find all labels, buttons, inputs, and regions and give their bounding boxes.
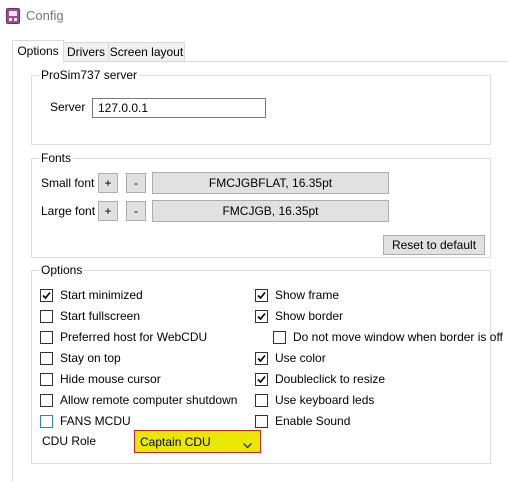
show-border-checkbox[interactable]: Show border: [255, 308, 343, 324]
start-fullscreen-label: Start fullscreen: [60, 309, 141, 323]
use-color-label: Use color: [275, 351, 326, 365]
use-keyboard-leds-label: Use keyboard leds: [275, 393, 375, 407]
cdu-role-value: Captain CDU: [140, 435, 211, 449]
doubleclick-to-resize-checkbox[interactable]: Doubleclick to resize: [255, 371, 385, 387]
check-icon: [257, 291, 266, 299]
check-icon: [257, 312, 266, 320]
checkbox-box: [273, 330, 286, 344]
use-color-checkbox[interactable]: Use color: [255, 350, 326, 366]
large-font-increase-button[interactable]: +: [98, 201, 118, 221]
checkbox-box: [255, 351, 268, 365]
check-icon: [257, 354, 266, 362]
allow-remote-shutdown-label: Allow remote computer shutdown: [60, 393, 238, 407]
enable-sound-label: Enable Sound: [275, 414, 351, 428]
fonts-group-title: Fonts: [39, 151, 74, 165]
show-frame-label: Show frame: [275, 288, 340, 302]
tab-options[interactable]: Options: [12, 40, 64, 63]
checkbox-box: [255, 309, 268, 323]
large-font-select-button[interactable]: FMCJGB, 16.35pt: [152, 200, 389, 222]
check-icon: [257, 375, 266, 383]
fans-mcdu-label: FANS MCDU: [60, 414, 131, 428]
enable-sound-checkbox[interactable]: Enable Sound: [255, 413, 350, 429]
start-minimized-label: Start minimized: [60, 288, 143, 302]
options-group-title: Options: [39, 263, 85, 277]
server-input[interactable]: 127.0.0.1: [92, 98, 266, 118]
checkbox-box: [255, 414, 268, 428]
preferred-host-webcdu-label: Preferred host for WebCDU: [60, 330, 208, 344]
cdu-role-dropdown[interactable]: Captain CDU: [134, 430, 261, 453]
do-not-move-window-label: Do not move window when border is off: [293, 330, 503, 344]
start-fullscreen-checkbox[interactable]: Start fullscreen: [40, 308, 140, 324]
window-title: Config: [26, 8, 64, 23]
use-keyboard-leds-checkbox[interactable]: Use keyboard leds: [255, 392, 374, 408]
show-border-label: Show border: [275, 309, 344, 323]
hide-mouse-cursor-label: Hide mouse cursor: [60, 372, 161, 386]
server-group: ProSim737 server Server 127.0.0.1: [31, 68, 491, 145]
show-frame-checkbox[interactable]: Show frame: [255, 287, 339, 303]
doubleclick-to-resize-label: Doubleclick to resize: [275, 372, 386, 386]
fonts-group: Fonts Small font + - FMCJGBFLAT, 16.35pt…: [31, 151, 491, 258]
do-not-move-window-checkbox[interactable]: Do not move window when border is off: [273, 329, 503, 345]
checkbox-box: [40, 393, 53, 407]
title-bar: Config: [0, 0, 508, 32]
config-app-icon: [6, 8, 20, 24]
stay-on-top-label: Stay on top: [60, 351, 121, 365]
checkbox-box: [40, 309, 53, 323]
large-font-label: Large font: [41, 204, 96, 218]
checkbox-box: [255, 393, 268, 407]
small-font-decrease-button[interactable]: -: [126, 173, 146, 193]
checkbox-box: [40, 414, 53, 428]
small-font-increase-button[interactable]: +: [98, 173, 118, 193]
server-label: Server: [50, 100, 86, 114]
stay-on-top-checkbox[interactable]: Stay on top: [40, 350, 121, 366]
checkbox-box: [255, 288, 268, 302]
small-font-select-button[interactable]: FMCJGBFLAT, 16.35pt: [152, 172, 389, 194]
checkbox-box: [40, 330, 53, 344]
chevron-down-icon: [243, 438, 252, 452]
checkbox-box: [255, 372, 268, 386]
hide-mouse-cursor-checkbox[interactable]: Hide mouse cursor: [40, 371, 161, 387]
allow-remote-shutdown-checkbox[interactable]: Allow remote computer shutdown: [40, 392, 237, 408]
checkbox-box: [40, 372, 53, 386]
reset-to-default-button[interactable]: Reset to default: [383, 235, 485, 255]
preferred-host-webcdu-checkbox[interactable]: Preferred host for WebCDU: [40, 329, 207, 345]
large-font-decrease-button[interactable]: -: [126, 201, 146, 221]
fans-mcdu-checkbox[interactable]: FANS MCDU: [40, 413, 131, 429]
checkbox-box: [40, 351, 53, 365]
options-group: Options Start minimized Start fullscreen…: [31, 263, 503, 464]
small-font-label: Small font: [41, 176, 95, 190]
tab-screen-layout[interactable]: Screen layout: [108, 42, 185, 62]
check-icon: [42, 291, 51, 299]
cdu-role-label: CDU Role: [42, 434, 97, 448]
tab-drivers[interactable]: Drivers: [62, 42, 110, 62]
checkbox-box: [40, 288, 53, 302]
server-group-title: ProSim737 server: [39, 68, 140, 82]
options-tab-panel: ProSim737 server Server 127.0.0.1 Fonts …: [12, 61, 508, 481]
start-minimized-checkbox[interactable]: Start minimized: [40, 287, 143, 303]
